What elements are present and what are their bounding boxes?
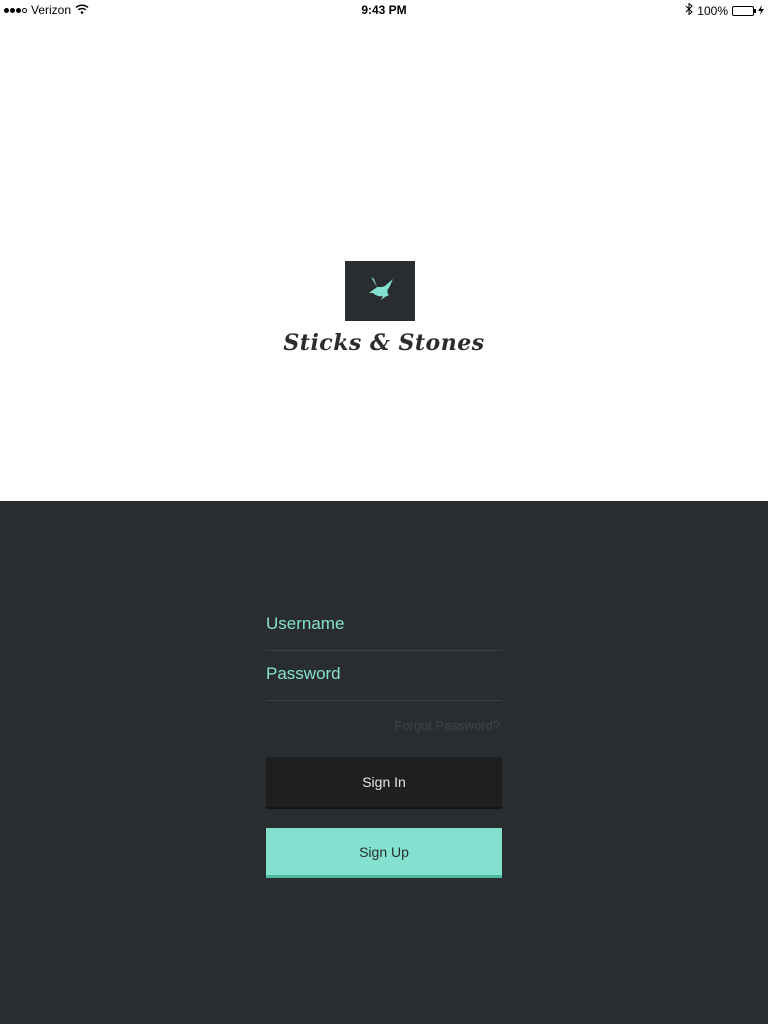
password-input[interactable] (266, 663, 502, 685)
bluetooth-icon (685, 2, 694, 18)
forgot-password-link[interactable]: Forgot Password? (266, 718, 501, 733)
username-input[interactable] (266, 613, 502, 635)
app-logo (345, 261, 415, 321)
charging-icon (758, 4, 764, 18)
battery-icon (732, 5, 756, 16)
clock: 9:43 PM (361, 3, 407, 17)
status-bar: Verizon 9:43 PM 100% (0, 0, 768, 20)
password-field-container (266, 651, 502, 701)
bird-icon (363, 275, 397, 308)
sign-in-button[interactable]: Sign In (266, 757, 502, 807)
login-screen: Verizon 9:43 PM 100% Sticks & Stones Use… (0, 0, 768, 1024)
sign-up-button[interactable]: Sign Up (266, 828, 502, 878)
status-bar-right: 100% (685, 2, 764, 18)
login-panel: Forgot Password? Sign In Sign Up (0, 501, 768, 1024)
battery-percent: 100% (697, 3, 728, 18)
username-field-container (266, 601, 502, 651)
app-name: Sticks & Stones (283, 330, 485, 356)
